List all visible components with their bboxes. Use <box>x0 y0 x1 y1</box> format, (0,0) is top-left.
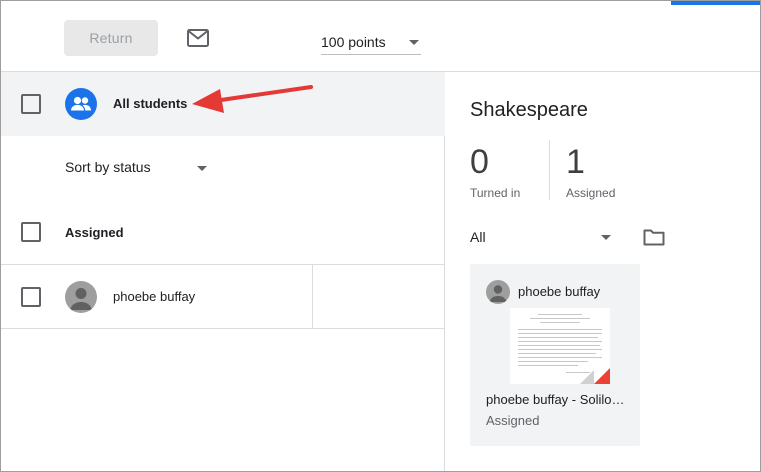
assignment-panel: Shakespeare 0 Turned in 1 Assigned All p… <box>446 72 760 471</box>
row-divider <box>312 265 313 329</box>
return-button[interactable]: Return <box>64 20 158 56</box>
student-row[interactable]: phoebe buffay <box>1 264 445 329</box>
folder-icon[interactable] <box>643 228 665 246</box>
all-students-row[interactable]: All students <box>1 72 445 136</box>
avatar <box>65 281 97 313</box>
submission-status: Assigned <box>486 413 540 428</box>
chevron-down-icon[interactable] <box>601 235 611 240</box>
student-name: phoebe buffay <box>113 289 196 304</box>
accent-bar <box>671 1 760 5</box>
all-students-checkbox[interactable] <box>21 94 41 114</box>
document-thumbnail[interactable] <box>510 308 610 384</box>
assigned-stat[interactable]: 1 Assigned <box>566 142 615 200</box>
annotation-arrow <box>192 85 313 113</box>
student-list-panel: All students Sort by status Assigned pho… <box>1 72 445 471</box>
chevron-down-icon <box>409 40 419 45</box>
points-dropdown[interactable]: 100 points <box>321 29 421 55</box>
turned-in-stat[interactable]: 0 Turned in <box>470 142 520 200</box>
submission-card[interactable]: phoebe buffay phoebe buffay - Soliloquy … <box>470 264 640 446</box>
sort-dropdown[interactable]: Sort by status <box>65 159 151 175</box>
assigned-section-header: Assigned <box>65 225 124 240</box>
assigned-count: 1 <box>566 143 585 181</box>
student-checkbox[interactable] <box>21 287 41 307</box>
turned-in-count: 0 <box>470 143 489 181</box>
mail-icon[interactable] <box>187 29 209 47</box>
assigned-group-checkbox[interactable] <box>21 222 41 242</box>
toolbar: Return 100 points <box>1 1 760 72</box>
assignment-title: Shakespeare <box>470 99 588 121</box>
group-icon <box>65 88 97 120</box>
assigned-label: Assigned <box>566 186 616 200</box>
card-student-name: phoebe buffay <box>518 284 601 299</box>
avatar <box>486 280 510 304</box>
turned-in-label: Turned in <box>470 186 521 200</box>
classroom-window: Return 100 points All students Sort by s… <box>0 0 761 472</box>
attachment-file-name[interactable]: phoebe buffay - Soliloquy <box>486 392 626 407</box>
points-value: 100 points <box>321 34 386 50</box>
stat-divider <box>549 140 550 200</box>
all-students-label: All students <box>113 96 188 111</box>
doc-badge-icon <box>594 368 610 384</box>
page-fold <box>580 370 594 384</box>
status-filter-dropdown[interactable]: All <box>470 229 486 245</box>
chevron-down-icon[interactable] <box>197 166 207 171</box>
